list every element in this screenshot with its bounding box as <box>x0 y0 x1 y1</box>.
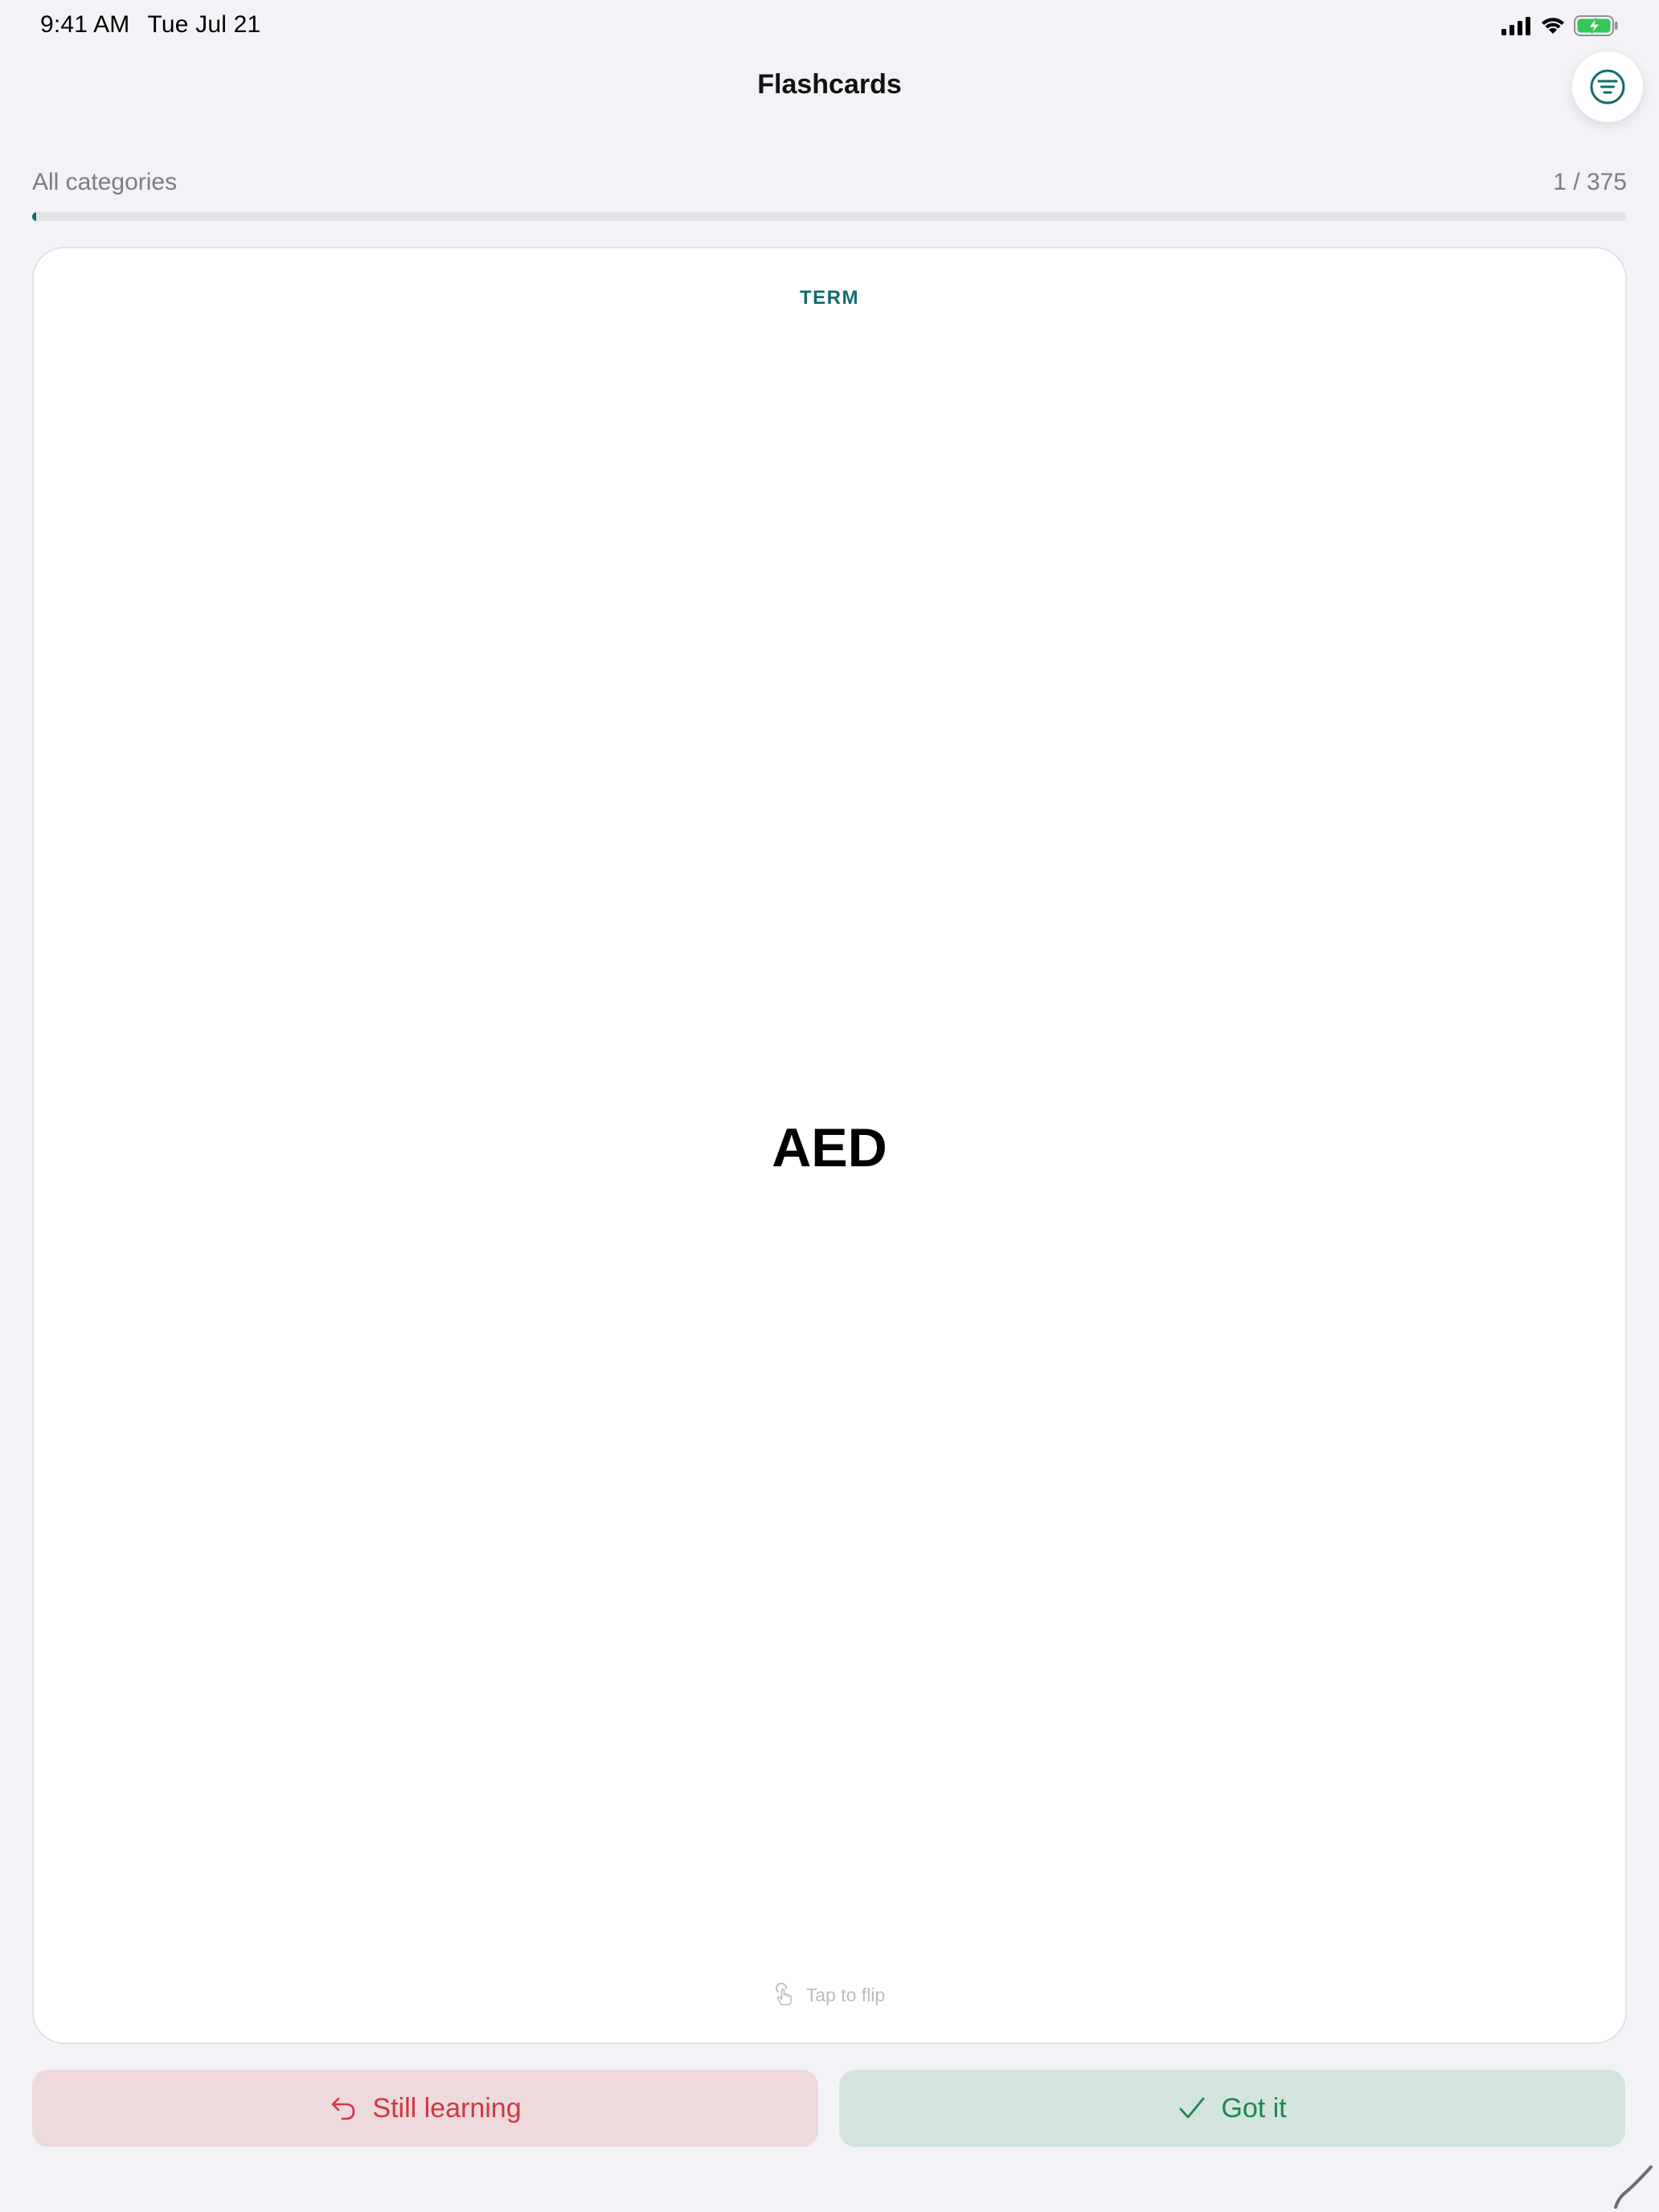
wifi-icon <box>1542 18 1564 34</box>
card-term: AED <box>772 1117 887 1178</box>
tap-hint-label: Tap to flip <box>805 1984 886 2005</box>
status-icons <box>1501 13 1619 39</box>
progress-bar <box>32 212 1627 221</box>
status-date: Tue Jul 21 <box>147 11 261 38</box>
tap-to-flip-hint: Tap to flip <box>34 1983 1625 2007</box>
got-it-label: Got it <box>1221 2092 1287 2124</box>
progress-row: All categories 1 / 375 <box>32 169 1627 204</box>
filter-button[interactable] <box>1572 51 1643 122</box>
filter-lines-icon <box>1590 69 1625 104</box>
progress-bar-fill <box>32 212 37 221</box>
category-label[interactable]: All categories <box>32 169 177 196</box>
still-learning-label: Still learning <box>372 2092 522 2124</box>
undo-arrow-icon <box>332 2097 355 2120</box>
got-it-button[interactable]: Got it <box>839 2070 1625 2147</box>
checkmark-icon <box>1179 2097 1205 2119</box>
page-title: Flashcards <box>757 69 902 100</box>
status-time: 9:41 AM Tue Jul 21 <box>40 11 260 39</box>
status-bar: 9:41 AM Tue Jul 21 <box>0 0 1659 51</box>
card-counter: 1 / 375 <box>1553 169 1627 195</box>
scribble-indicator-icon <box>1614 2165 1653 2209</box>
status-clock: 9:41 AM <box>40 11 130 38</box>
battery-charging-icon <box>1574 15 1618 36</box>
card-side-label: TERM <box>800 287 859 309</box>
cellular-signal-icon <box>1501 17 1530 35</box>
flashcard[interactable]: TERM AED Tap to flip <box>32 247 1627 2044</box>
still-learning-button[interactable]: Still learning <box>32 2070 818 2147</box>
tap-hand-icon <box>775 1983 792 2005</box>
